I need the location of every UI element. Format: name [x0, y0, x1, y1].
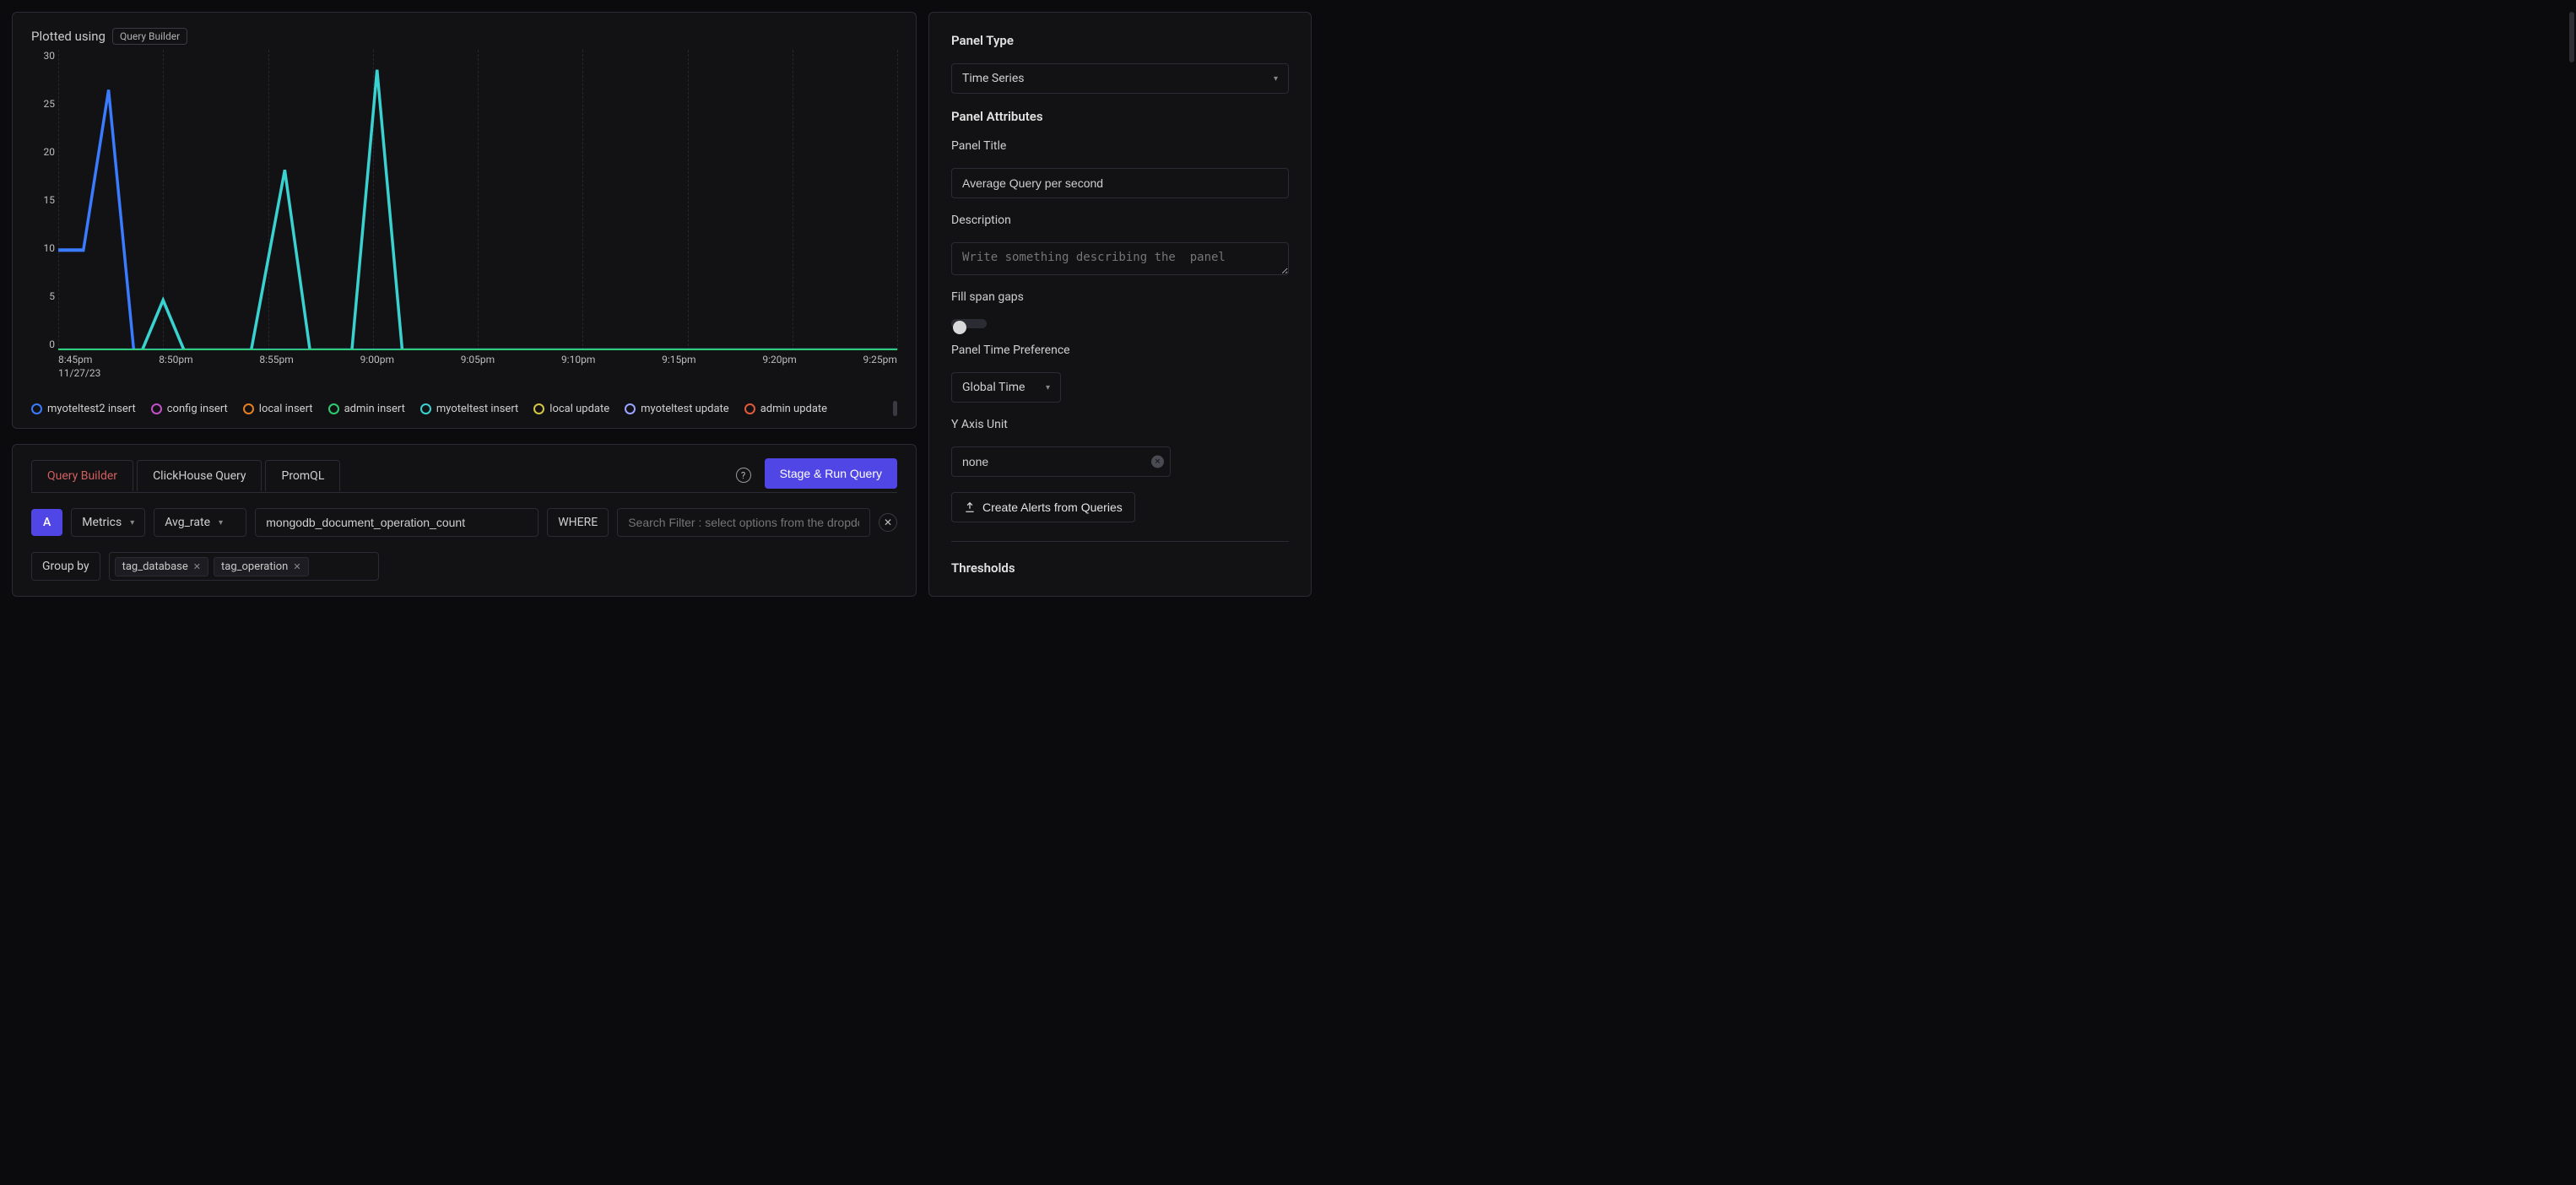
circle-icon [533, 403, 544, 414]
line-chart-svg [58, 50, 897, 350]
chevron-down-icon: ▾ [219, 518, 223, 528]
query-builder-panel: Query Builder ClickHouse Query PromQL ? … [12, 444, 917, 597]
legend-item[interactable]: admin insert [328, 403, 405, 415]
legend-item[interactable]: myoteltest update [625, 403, 729, 415]
groupby-label[interactable]: Group by [31, 552, 100, 581]
legend-item[interactable]: config insert [151, 403, 228, 415]
panel-title-label: Panel Title [951, 139, 1289, 153]
chart-panel: Plotted using Query Builder 30 25 20 15 … [12, 12, 917, 429]
legend-item[interactable]: local update [533, 403, 609, 415]
filter-input[interactable] [617, 508, 870, 537]
clear-icon[interactable]: ✕ [1151, 456, 1164, 468]
help-icon[interactable]: ? [736, 468, 751, 483]
stage-run-button[interactable]: Stage & Run Query [765, 458, 897, 489]
circle-icon [151, 403, 162, 414]
tab-query-builder[interactable]: Query Builder [31, 460, 133, 491]
chevron-down-icon: ▾ [1046, 383, 1050, 392]
panel-type-heading: Panel Type [951, 33, 1289, 48]
export-icon [964, 501, 976, 513]
circle-icon [625, 403, 636, 414]
circle-icon [744, 403, 755, 414]
remove-query-icon[interactable]: ✕ [879, 513, 897, 532]
chevron-down-icon: ▾ [1274, 74, 1278, 84]
circle-icon [420, 403, 431, 414]
metric-input-field[interactable] [266, 516, 528, 529]
y-axis: 30 25 20 15 10 5 0 [31, 50, 55, 350]
circle-icon [31, 403, 42, 414]
aggregation-select[interactable]: Avg_rate ▾ [154, 508, 246, 537]
config-sidebar: Panel Type Time Series ▾ Panel Attribute… [928, 12, 1312, 597]
circle-icon [243, 403, 254, 414]
legend: myoteltest2 insert config insert local i… [31, 401, 897, 416]
x-axis: 8:45pm 8:50pm 8:55pm 9:00pm 9:05pm 9:10p… [58, 350, 897, 365]
panel-attrs-heading: Panel Attributes [951, 109, 1289, 124]
create-alerts-button[interactable]: Create Alerts from Queries [951, 492, 1135, 522]
legend-item[interactable]: myoteltest2 insert [31, 403, 136, 415]
tab-clickhouse[interactable]: ClickHouse Query [137, 460, 262, 491]
legend-item[interactable]: admin update [744, 403, 827, 415]
source-select[interactable]: Metrics ▾ [71, 508, 145, 537]
panel-type-select[interactable]: Time Series ▾ [951, 63, 1289, 94]
query-badge-a[interactable]: A [31, 509, 62, 536]
thresholds-heading: Thresholds [951, 560, 1289, 576]
plotted-using-badge: Query Builder [112, 28, 187, 45]
close-icon[interactable]: ✕ [193, 561, 201, 572]
tag-database[interactable]: tag_database ✕ [115, 557, 208, 576]
legend-scroll-handle[interactable] [893, 401, 897, 416]
x-axis-date: 11/27/23 [58, 365, 897, 379]
circle-icon [328, 403, 339, 414]
plot-surface[interactable]: 30 25 20 15 10 5 0 [58, 50, 897, 350]
y-axis-unit-label: Y Axis Unit [951, 418, 1289, 431]
description-label: Description [951, 214, 1289, 227]
panel-title-input[interactable] [951, 168, 1289, 198]
metric-input[interactable] [255, 508, 538, 537]
panel-time-pref-label: Panel Time Preference [951, 344, 1289, 357]
tag-operation[interactable]: tag_operation ✕ [214, 557, 309, 576]
legend-item[interactable]: local insert [243, 403, 313, 415]
fill-span-gaps-label: Fill span gaps [951, 290, 1289, 304]
groupby-tags[interactable]: tag_database ✕ tag_operation ✕ [109, 552, 379, 581]
tab-promql[interactable]: PromQL [265, 460, 340, 491]
legend-item[interactable]: myoteltest insert [420, 403, 518, 415]
y-axis-unit-input[interactable] [951, 446, 1171, 477]
fill-span-gaps-toggle[interactable] [951, 319, 987, 328]
scrollbar[interactable] [2569, 12, 2574, 62]
panel-time-pref-select[interactable]: Global Time ▾ [951, 372, 1061, 403]
close-icon[interactable]: ✕ [293, 561, 300, 572]
divider [951, 541, 1289, 542]
filter-input-field[interactable] [628, 516, 859, 529]
where-label[interactable]: WHERE [547, 508, 609, 537]
plotted-using-label: Plotted using [31, 29, 106, 44]
description-input[interactable] [951, 242, 1289, 275]
chevron-down-icon: ▾ [130, 518, 134, 528]
